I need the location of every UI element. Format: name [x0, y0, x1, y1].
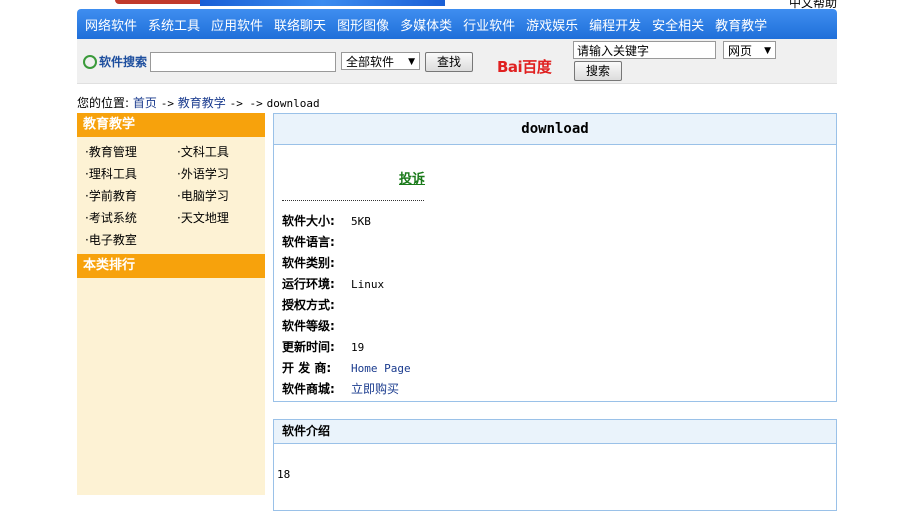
software-info-list: 软件大小: 5KB 软件语言: 软件类别: 运行环境: Linux 授权方式: 软件…	[282, 211, 411, 400]
sidebar-item[interactable]: ·外语学习	[177, 165, 269, 182]
info-row-environment: 运行环境: Linux	[282, 277, 385, 291]
buy-now-link[interactable]: 立即购买	[351, 379, 399, 400]
nav-item-network[interactable]: 网络软件	[85, 15, 137, 34]
baidu-search-input[interactable]: 请输入关键字	[573, 41, 716, 59]
sidebar-item[interactable]: ·文科工具	[177, 143, 269, 160]
baidu-scope-select[interactable]: 网页 ▼	[723, 41, 776, 59]
search-bar: 软件搜索 全部软件 ▼ 查找 Bai百度 请输入关键字 网页 ▼ 搜索	[77, 39, 837, 84]
nav-item-industry[interactable]: 行业软件	[463, 15, 515, 34]
baidu-search-input-value: 请输入关键字	[577, 44, 650, 58]
nav-item-security[interactable]: 安全相关	[652, 15, 704, 34]
breadcrumb-current: download	[266, 97, 320, 110]
sidebar-item[interactable]: ·电脑学习	[177, 187, 269, 204]
top-banner: 中文帮助	[77, 0, 837, 10]
baidu-scope-value: 网页	[728, 44, 753, 58]
software-title: download	[274, 114, 836, 145]
nav-item-graphics[interactable]: 图形图像	[337, 15, 389, 34]
nav-item-apps[interactable]: 应用软件	[211, 15, 263, 34]
search-icon	[83, 54, 97, 69]
sidebar-item[interactable]: ·理科工具	[85, 165, 177, 182]
breadcrumb: 您的位置: 首页 -> 教育教学 -> -> download	[77, 94, 320, 111]
info-row-size: 软件大小: 5KB	[282, 214, 371, 228]
info-row-updated: 更新时间: 19	[282, 340, 365, 354]
nav-item-games[interactable]: 游戏娱乐	[526, 15, 578, 34]
ranking-title: 本类排行	[77, 254, 265, 278]
baidu-search-button[interactable]: 搜索	[574, 61, 622, 81]
software-search-input[interactable]	[150, 52, 336, 72]
banner-ad[interactable]	[200, 0, 445, 6]
report-link[interactable]: 投诉	[399, 168, 425, 187]
baidu-logo-text: Bai百度	[497, 58, 552, 76]
breadcrumb-separator: -> ->	[229, 97, 263, 110]
sidebar-item[interactable]: ·考试系统	[85, 209, 177, 226]
category-select-value: 全部软件	[346, 55, 395, 69]
intro-title: 软件介绍	[274, 420, 836, 444]
find-button[interactable]: 查找	[425, 52, 473, 72]
sidebar-item[interactable]: ·电子教室	[85, 231, 177, 248]
nav-item-programming[interactable]: 编程开发	[589, 15, 641, 34]
developer-homepage-link[interactable]: Home Page	[351, 358, 411, 379]
info-row-rating: 软件等级:	[282, 319, 335, 333]
nav-item-chat[interactable]: 联络聊天	[274, 15, 326, 34]
intro-text: 18	[277, 468, 291, 481]
breadcrumb-category-link[interactable]: 教育教学	[178, 96, 226, 110]
baidu-logo: Bai百度	[497, 56, 552, 77]
search-label-text: 软件搜索	[99, 55, 148, 69]
sidebar-category-list: ·教育管理 ·文科工具 ·理科工具 ·外语学习 ·学前教育 ·电脑学习 ·考试系…	[77, 137, 265, 252]
main-nav: 网络软件 系统工具 应用软件 联络聊天 图形图像 多媒体类 行业软件 游戏娱乐 …	[77, 9, 837, 39]
info-row-store: 软件商城: 立即购买	[282, 379, 411, 400]
sidebar-item[interactable]: ·学前教育	[85, 187, 177, 204]
software-search-label: 软件搜索	[83, 53, 147, 70]
category-select[interactable]: 全部软件 ▼	[341, 52, 420, 70]
sidebar-item[interactable]: ·天文地理	[177, 209, 269, 226]
category-sidebar: 教育教学 ·教育管理 ·文科工具 ·理科工具 ·外语学习 ·学前教育 ·电脑学习…	[77, 113, 265, 495]
info-row-category: 软件类别:	[282, 256, 335, 270]
info-row-developer: 开 发 商: Home Page	[282, 358, 411, 379]
info-row-license: 授权方式:	[282, 298, 335, 312]
nav-item-system[interactable]: 系统工具	[148, 15, 200, 34]
info-row-language: 软件语言:	[282, 235, 335, 249]
nav-item-education[interactable]: 教育教学	[715, 15, 767, 34]
sidebar-title: 教育教学	[77, 113, 265, 137]
divider	[282, 200, 424, 201]
chevron-down-icon: ▼	[408, 57, 415, 67]
software-detail-panel: download 投诉 软件大小: 5KB 软件语言: 软件类别: 运行环境: Li…	[273, 113, 837, 402]
software-intro-panel: 软件介绍 18	[273, 419, 837, 511]
sidebar-item[interactable]: ·教育管理	[85, 143, 177, 160]
breadcrumb-separator: ->	[160, 97, 174, 110]
chevron-down-icon: ▼	[764, 46, 771, 56]
breadcrumb-home-link[interactable]: 首页	[133, 96, 157, 110]
nav-item-multimedia[interactable]: 多媒体类	[400, 15, 452, 34]
breadcrumb-prefix: 您的位置:	[77, 96, 130, 110]
